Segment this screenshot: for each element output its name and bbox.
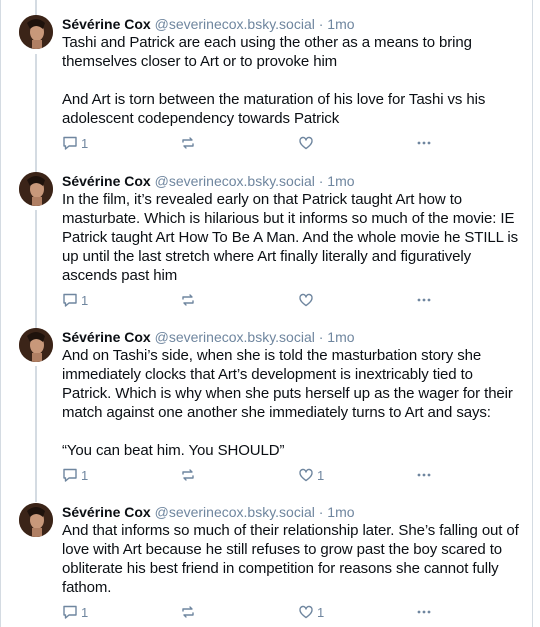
more-options-icon: [417, 298, 431, 302]
more-options-button[interactable]: [416, 466, 432, 484]
heart-icon: [299, 293, 313, 307]
author-name[interactable]: Sévérine Cox: [62, 16, 151, 32]
meta-separator: ·: [318, 329, 324, 345]
heart-icon: [299, 468, 313, 482]
reply-button[interactable]: 1: [62, 603, 88, 621]
repost-button[interactable]: [180, 466, 196, 484]
more-options-icon: [417, 473, 431, 477]
repost-button[interactable]: [180, 134, 196, 152]
post-timestamp[interactable]: 1mo: [327, 504, 354, 520]
author-handle[interactable]: @severinecox.bsky.social: [155, 504, 315, 520]
avatar[interactable]: [19, 172, 53, 206]
like-count: 1: [317, 467, 325, 483]
more-options-button[interactable]: [416, 603, 432, 621]
post-meta: Sévérine Cox @severinecox.bsky.social · …: [62, 328, 524, 346]
post-meta: Sévérine Cox @severinecox.bsky.social · …: [62, 15, 524, 33]
post-actions: 1 1: [62, 603, 442, 621]
meta-separator: ·: [318, 16, 324, 32]
avatar[interactable]: [19, 503, 53, 537]
heart-icon: [299, 136, 313, 150]
meta-separator: ·: [318, 173, 324, 189]
reply-button[interactable]: 1: [62, 466, 88, 484]
like-button[interactable]: 1: [298, 466, 324, 484]
more-options-icon: [417, 610, 431, 614]
post-text: And on Tashi’s side, when she is told th…: [62, 347, 513, 459]
post-content: Sévérine Cox @severinecox.bsky.social · …: [62, 172, 524, 285]
reply-bubble-icon: [63, 293, 77, 307]
repost-button[interactable]: [180, 291, 196, 309]
author-handle[interactable]: @severinecox.bsky.social: [155, 173, 315, 189]
more-options-icon: [417, 141, 431, 145]
post-timestamp[interactable]: 1mo: [327, 329, 354, 345]
reply-button[interactable]: 1: [62, 291, 88, 309]
reply-count: 1: [81, 604, 89, 620]
avatar[interactable]: [19, 15, 53, 49]
post-actions: 1 1: [62, 466, 442, 484]
post-timestamp[interactable]: 1mo: [327, 16, 354, 32]
post-content: Sévérine Cox @severinecox.bsky.social · …: [62, 328, 524, 460]
reply-button[interactable]: 1: [62, 134, 88, 152]
more-options-button[interactable]: [416, 291, 432, 309]
like-button[interactable]: [298, 291, 317, 309]
author-handle[interactable]: @severinecox.bsky.social: [155, 329, 315, 345]
post-text: In the film, it’s revealed early on that…: [62, 191, 519, 284]
author-name[interactable]: Sévérine Cox: [62, 329, 151, 345]
post-text: And that informs so much of their relati…: [62, 522, 519, 596]
repost-button[interactable]: [180, 603, 196, 621]
reply-count: 1: [81, 292, 89, 308]
author-name[interactable]: Sévérine Cox: [62, 173, 151, 189]
more-options-button[interactable]: [416, 134, 432, 152]
repost-icon: [182, 294, 194, 306]
repost-icon: [182, 469, 194, 481]
author-handle[interactable]: @severinecox.bsky.social: [155, 16, 315, 32]
repost-icon: [182, 137, 194, 149]
like-button[interactable]: 1: [298, 603, 324, 621]
post-timestamp[interactable]: 1mo: [327, 173, 354, 189]
thread-line: [35, 54, 37, 172]
thread-line: [35, 366, 37, 502]
avatar[interactable]: [19, 328, 53, 362]
post-actions: 1: [62, 291, 442, 309]
reply-bubble-icon: [63, 468, 77, 482]
like-button[interactable]: [298, 134, 317, 152]
post-content: Sévérine Cox @severinecox.bsky.social · …: [62, 15, 524, 128]
post-actions: 1: [62, 134, 442, 152]
post-meta: Sévérine Cox @severinecox.bsky.social · …: [62, 503, 524, 521]
author-name[interactable]: Sévérine Cox: [62, 504, 151, 520]
reply-count: 1: [81, 135, 89, 151]
reply-bubble-icon: [63, 605, 77, 619]
meta-separator: ·: [318, 504, 324, 520]
repost-icon: [182, 606, 194, 618]
post-meta: Sévérine Cox @severinecox.bsky.social · …: [62, 172, 524, 190]
reply-count: 1: [81, 467, 89, 483]
thread-feed: Sévérine Cox @severinecox.bsky.social · …: [0, 0, 533, 627]
post-text: Tashi and Patrick are each using the oth…: [62, 34, 486, 127]
thread-line: [35, 210, 37, 328]
like-count: 1: [317, 604, 325, 620]
reply-bubble-icon: [63, 136, 77, 150]
heart-icon: [299, 605, 313, 619]
post-content: Sévérine Cox @severinecox.bsky.social · …: [62, 503, 524, 597]
